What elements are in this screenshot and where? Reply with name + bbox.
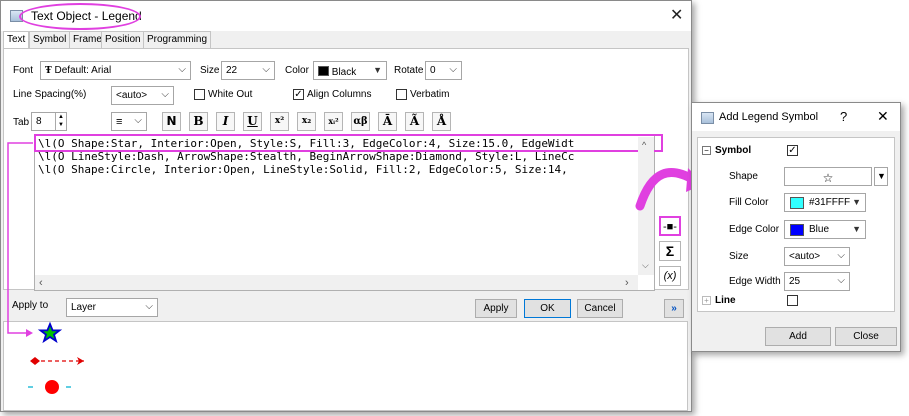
size-value: <auto> (789, 251, 821, 262)
shape-dropdown[interactable]: ☆ (784, 167, 872, 186)
edge-width-dropdown[interactable]: 25 ⌵ (784, 272, 850, 291)
collapse-icon[interactable]: − (702, 146, 711, 155)
chevron-down-icon: ⌵ (837, 275, 845, 286)
line-group-label: Line (715, 295, 736, 306)
pointer-arrow (635, 168, 699, 211)
fill-color-value: #31FFFF (809, 197, 851, 208)
dropdown-arrow-icon: ▼ (852, 224, 861, 234)
connector-line (7, 142, 33, 334)
help-icon[interactable]: ? (840, 109, 847, 124)
close-icon[interactable]: ✕ (877, 108, 889, 125)
expand-icon[interactable]: + (702, 296, 711, 305)
dialog2-title-bar: Add Legend Symbol ? ✕ (692, 103, 900, 131)
connector-arrowhead (26, 329, 33, 337)
close-button[interactable]: Close (835, 327, 897, 346)
diamond-arrow-start-icon (30, 357, 40, 365)
fill-color-label: Fill Color (729, 197, 769, 208)
legend-circle-symbol (45, 380, 59, 394)
chevron-down-icon: ⌵ (837, 250, 845, 261)
legend-star-symbol (37, 321, 63, 344)
fill-color-dropdown[interactable]: #31FFFF ▼ (784, 193, 866, 212)
dialog2-title: Add Legend Symbol (719, 111, 819, 123)
edge-color-swatch (790, 224, 804, 236)
edge-color-dropdown[interactable]: Blue ▼ (784, 220, 866, 239)
dialog2-tree-panel: − Symbol ✓ Shape ☆ ▼ Fill Color #31FFFF … (697, 137, 895, 312)
app-icon (701, 112, 714, 124)
add-legend-symbol-dialog: Add Legend Symbol ? ✕ − Symbol ✓ Shape ☆… (691, 102, 901, 352)
edge-width-label: Edge Width (729, 276, 781, 287)
dropdown-arrow-icon[interactable]: ▼ (874, 167, 888, 186)
fill-color-swatch (790, 197, 804, 209)
symbol-checkbox[interactable]: ✓ (787, 145, 798, 156)
edge-width-value: 25 (789, 276, 801, 287)
line-checkbox[interactable] (787, 295, 798, 306)
edge-color-value: Blue (809, 224, 830, 235)
size-label: Size (729, 251, 749, 262)
shape-label: Shape (729, 171, 758, 182)
shape-value: ☆ (822, 171, 834, 185)
size-dropdown[interactable]: <auto> ⌵ (784, 247, 850, 266)
symbol-group-label: Symbol (715, 145, 752, 156)
edge-color-label: Edge Color (729, 224, 780, 235)
dropdown-arrow-icon: ▼ (852, 197, 861, 207)
add-button[interactable]: Add (765, 327, 831, 346)
